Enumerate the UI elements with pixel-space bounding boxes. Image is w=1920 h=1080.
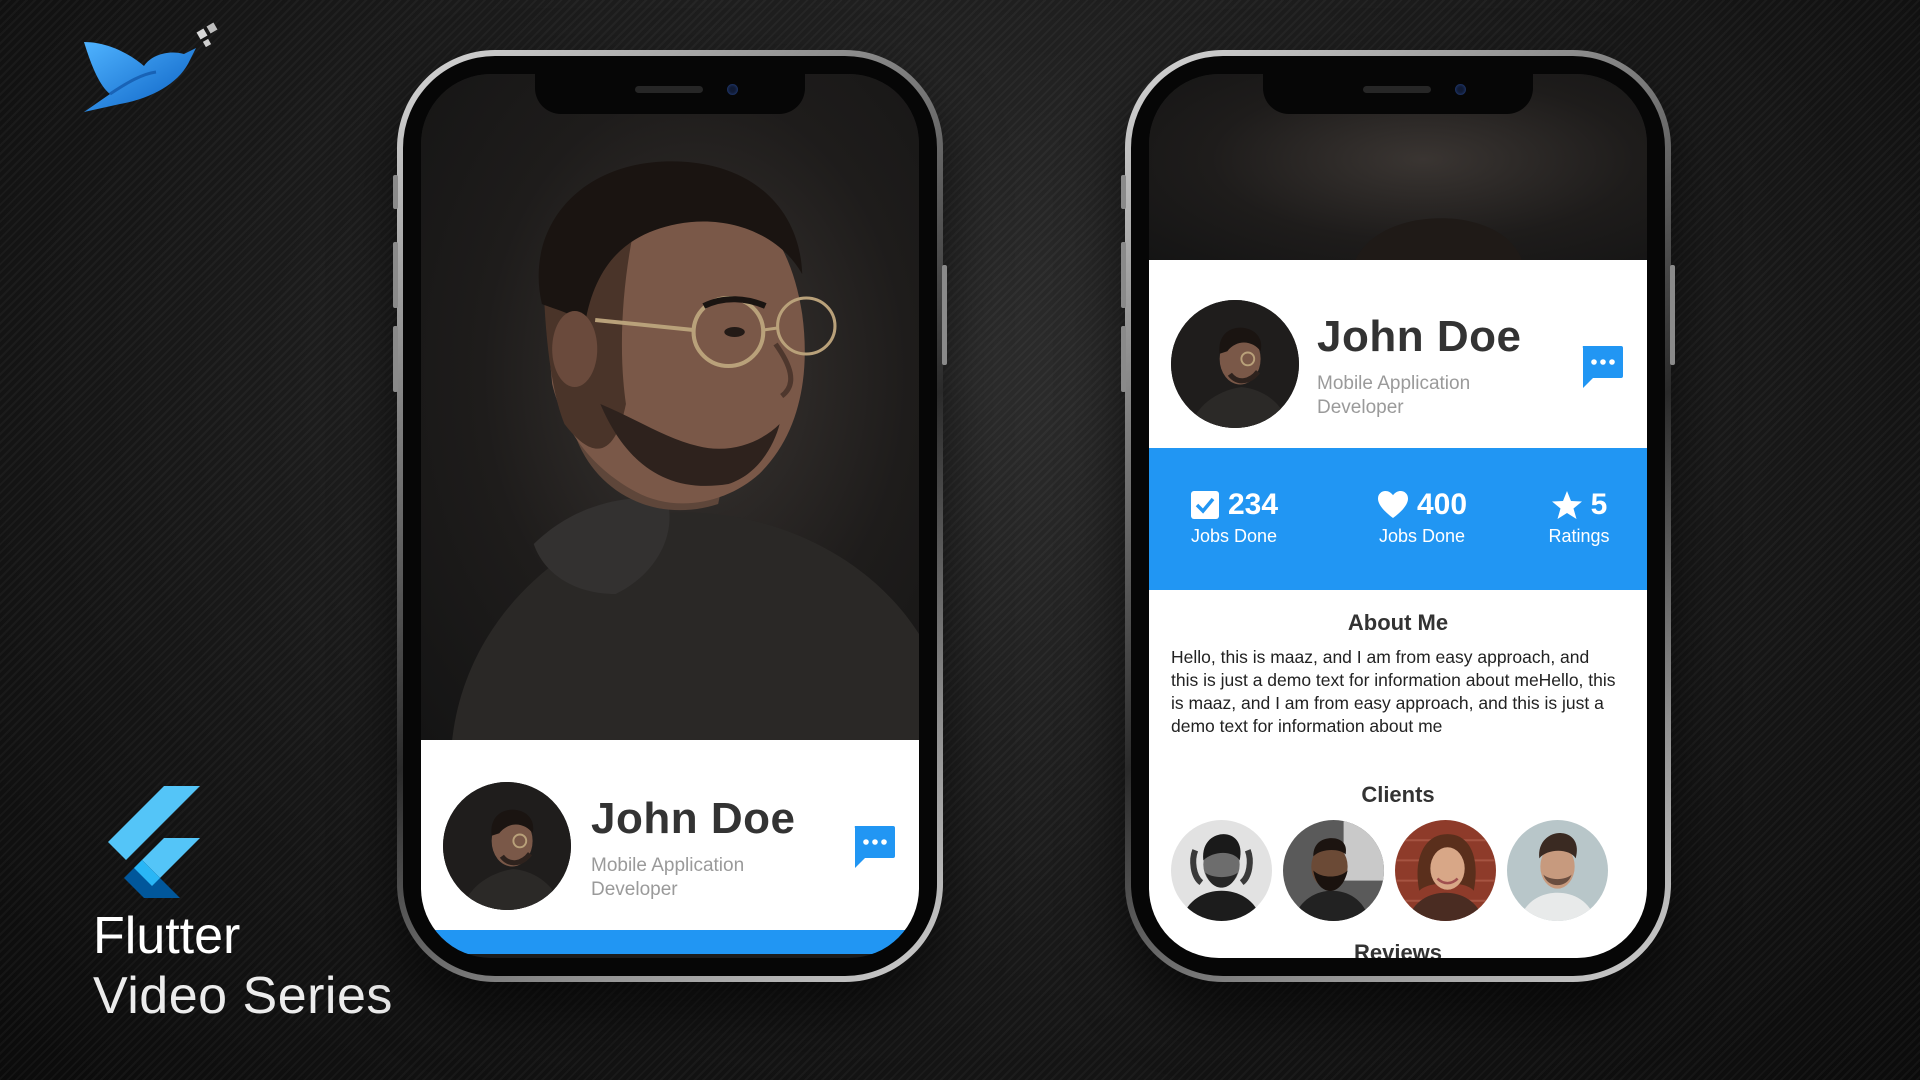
about-title: About Me: [1347, 610, 1449, 635]
chat-bubble-icon[interactable]: [851, 822, 897, 870]
stat-label: Ratings: [1548, 526, 1610, 546]
client-avatar-1[interactable]: [1171, 820, 1272, 921]
stat-value: 5: [1590, 488, 1608, 521]
profile-card: John Doe Mobile Application Developer: [421, 740, 919, 930]
phone-notch: [1263, 74, 1533, 114]
left-phone-frame: John Doe Mobile Application Developer: [393, 50, 947, 982]
client-avatar-2[interactable]: [1283, 820, 1384, 921]
clients-list: [1171, 820, 1608, 921]
client-portrait-icon: [1395, 820, 1496, 921]
front-camera-icon: [1455, 84, 1466, 95]
stat-value: 234: [1227, 488, 1279, 521]
reviews-title: Reviews: [1353, 940, 1443, 958]
stat-likes[interactable]: 400 Jobs Done: [1357, 488, 1487, 547]
phone-notch: [535, 74, 805, 114]
star-icon: [1551, 491, 1582, 519]
profile-name: John Doe: [591, 794, 796, 843]
stat-label: Jobs Done: [1378, 526, 1466, 546]
stat-jobs-done[interactable]: 234 Jobs Done: [1169, 488, 1299, 547]
client-portrait-icon: [1171, 820, 1272, 921]
profile-role: Mobile Application Developer: [591, 855, 745, 900]
heart-icon: [1377, 491, 1408, 518]
profile-card: John Doe Mobile Application Developer: [1149, 260, 1647, 448]
client-portrait-icon: [1507, 820, 1608, 921]
checkbox-icon: [1190, 491, 1219, 519]
clients-title: Clients: [1361, 782, 1435, 807]
stats-bar: 234 Jobs Done 400 Jobs Done 5 Ratings: [1149, 448, 1647, 590]
profile-name: John Doe: [1317, 312, 1522, 361]
flutter-logo-icon: [108, 786, 200, 898]
about-text: Hello, this is maaz, and I am from easy …: [1171, 647, 1616, 736]
bird-logo-icon: [84, 22, 218, 112]
stat-label: Jobs Done: [1190, 526, 1278, 546]
stats-bar-partial: [421, 930, 919, 954]
profile-role: Mobile Application Developer: [1317, 373, 1471, 418]
profile-avatar[interactable]: [1171, 300, 1299, 428]
series-title: Flutter: [93, 907, 241, 965]
right-phone-screen[interactable]: John Doe Mobile Application Developer 23…: [1149, 74, 1647, 958]
series-subtitle: Video Series: [93, 967, 393, 1025]
left-phone-screen[interactable]: John Doe Mobile Application Developer: [421, 74, 919, 958]
profile-avatar[interactable]: [443, 782, 571, 910]
profile-content[interactable]: About Me Hello, this is maaz, and I am f…: [1149, 590, 1647, 958]
stat-value: 400: [1416, 488, 1468, 521]
chat-bubble-icon[interactable]: [1579, 342, 1625, 390]
avatar-portrait-icon: [1171, 300, 1299, 428]
right-phone-frame: John Doe Mobile Application Developer 23…: [1121, 50, 1675, 982]
cover-photo-portrait: [451, 161, 919, 744]
client-avatar-3[interactable]: [1395, 820, 1496, 921]
client-avatar-4[interactable]: [1507, 820, 1608, 921]
client-portrait-icon: [1283, 820, 1384, 921]
avatar-portrait-icon: [443, 782, 571, 910]
stat-ratings[interactable]: 5 Ratings: [1523, 488, 1635, 547]
front-camera-icon: [727, 84, 738, 95]
